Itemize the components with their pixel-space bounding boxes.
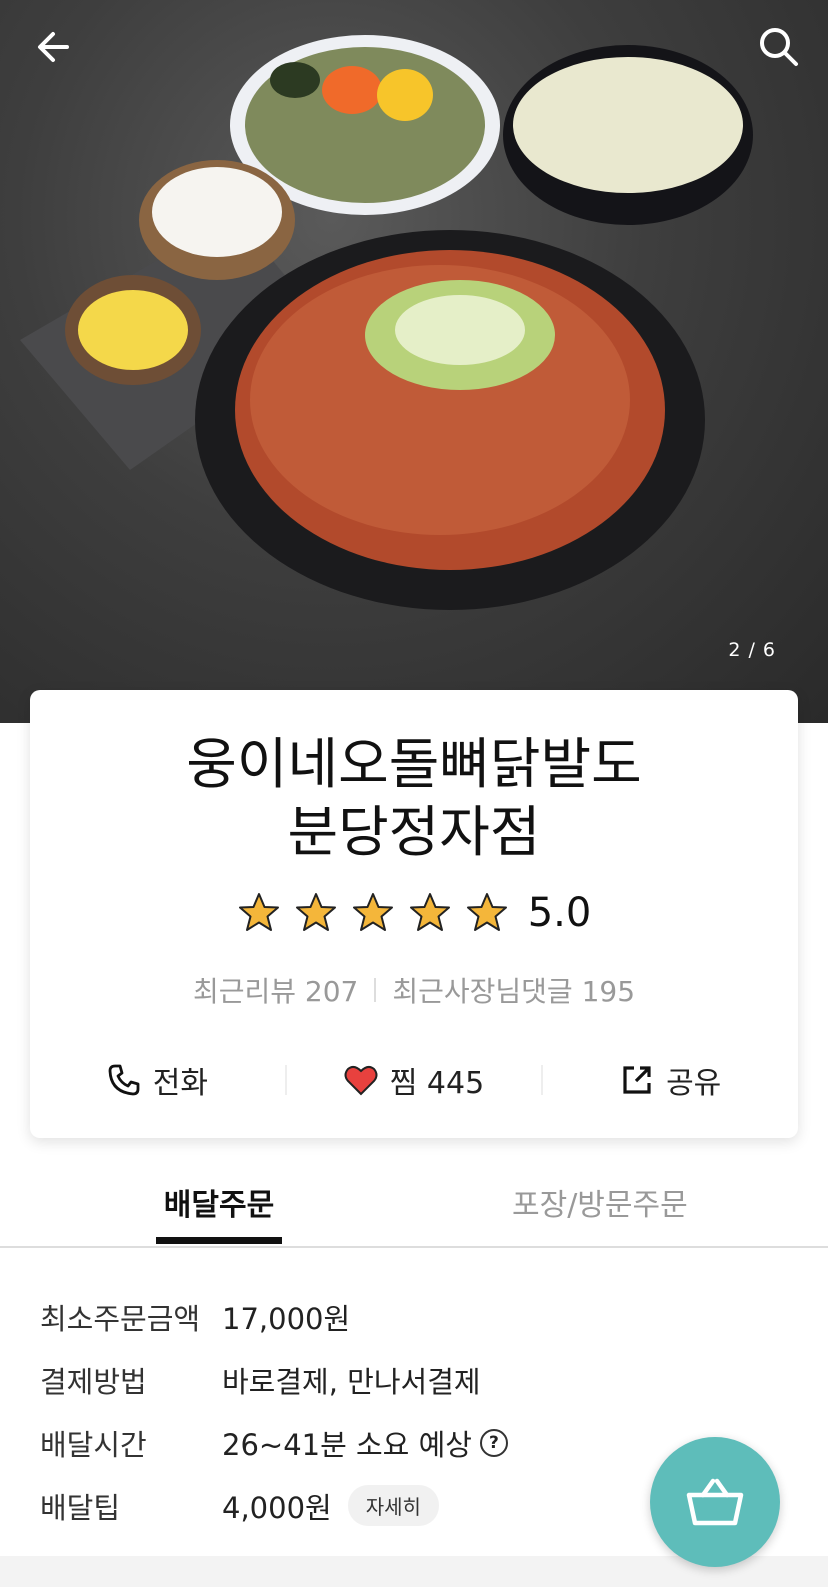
rating-score: 5.0	[527, 890, 592, 936]
time-value: 26~41분 소요 예상	[222, 1427, 472, 1462]
tip-label: 배달팁	[40, 1490, 121, 1525]
tip-value: 4,000원	[222, 1490, 332, 1525]
back-arrow-icon	[38, 32, 69, 62]
call-button[interactable]: 전화	[30, 1058, 285, 1102]
star-icon	[466, 893, 507, 931]
phone-icon	[108, 1064, 140, 1096]
star-icon	[409, 893, 450, 931]
back-button[interactable]	[28, 22, 78, 72]
store-name-line2: 분당정자점	[287, 800, 541, 864]
divider	[374, 978, 377, 1002]
store-name-line1: 웅이네오돌뼈닭발도	[186, 732, 642, 796]
tip-value-wrap: 4,000원 자세히	[222, 1485, 439, 1527]
like-label: 찜 445	[389, 1066, 485, 1101]
like-button[interactable]: 찜 445	[287, 1058, 542, 1102]
food-photo	[20, 35, 753, 610]
tab-delivery[interactable]: 배달주문	[156, 1180, 282, 1244]
share-label: 공유	[666, 1066, 722, 1101]
tab-pickup-label: 포장/방문주문	[512, 1188, 688, 1223]
time-label: 배달시간	[40, 1427, 147, 1462]
star-icon	[295, 893, 336, 931]
info-row-min-order: 최소주문금액 17,000원	[40, 1285, 800, 1348]
store-info-card: 웅이네오돌뼈닭발도 분당정자점 5.0 최근리뷰 207 최근사장님댓글 195…	[30, 690, 798, 1138]
call-label: 전화	[152, 1066, 208, 1101]
action-bar: 전화 찜 445 공유	[30, 1050, 798, 1110]
review-meta: 최근리뷰 207 최근사장님댓글 195	[30, 970, 798, 1010]
search-button[interactable]	[754, 22, 804, 72]
info-row-payment: 결제방법 바로결제, 만나서결제	[40, 1348, 800, 1411]
help-icon[interactable]: ?	[479, 1428, 508, 1457]
min-order-label: 최소주문금액	[40, 1301, 201, 1336]
tab-delivery-label: 배달주문	[163, 1188, 275, 1223]
tab-pickup[interactable]: 포장/방문주문	[512, 1180, 688, 1224]
tip-detail-button[interactable]: 자세히	[347, 1485, 439, 1526]
basket-icon	[686, 1478, 744, 1526]
tab-indicator	[156, 1237, 282, 1244]
payment-value: 바로결제, 만나서결제	[222, 1364, 481, 1399]
store-name: 웅이네오돌뼈닭발도 분당정자점	[30, 730, 798, 866]
rating-row: 5.0	[30, 890, 798, 936]
star-icon	[352, 893, 393, 931]
time-value-wrap: 26~41분 소요 예상 ?	[222, 1422, 508, 1464]
share-icon	[623, 1066, 651, 1094]
star-icon	[238, 893, 279, 931]
heart-icon	[344, 1065, 378, 1096]
photo-counter: 2 / 6	[728, 639, 776, 661]
min-order-value: 17,000원	[222, 1301, 351, 1336]
store-photo-carousel[interactable]: 2 / 6	[0, 0, 828, 723]
share-button[interactable]: 공유	[543, 1058, 798, 1102]
cart-button[interactable]	[650, 1437, 780, 1567]
payment-label: 결제방법	[40, 1364, 147, 1399]
recent-reviews-link[interactable]: 최근리뷰 207	[193, 970, 358, 1010]
owner-replies-link[interactable]: 최근사장님댓글 195	[392, 970, 635, 1010]
order-tabs: 배달주문 포장/방문주문	[0, 1170, 828, 1248]
search-icon	[760, 28, 798, 66]
